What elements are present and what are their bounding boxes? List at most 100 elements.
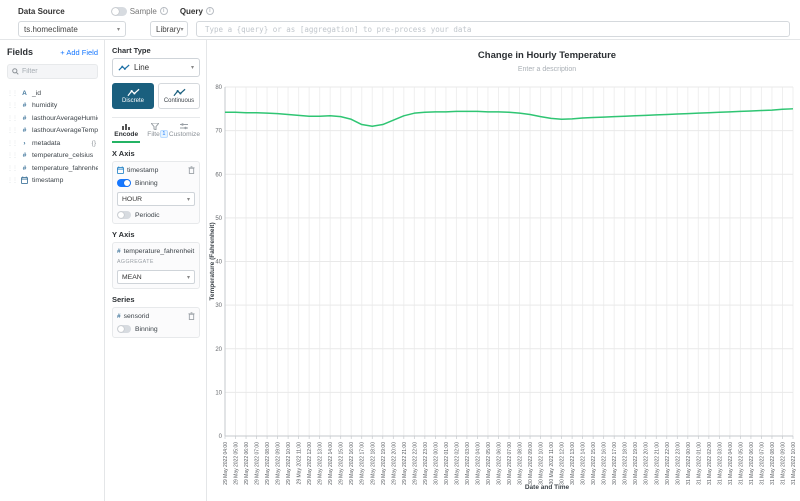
funnel-icon [151,122,159,130]
series-binning-label: Binning [135,326,158,333]
chart-subtitle[interactable]: Enter a description [518,66,576,73]
library-button[interactable]: Library ▾ [150,21,188,37]
trash-icon[interactable] [188,166,195,174]
y-axis-field: temperature_fahrenheit [124,248,195,255]
top-toolbar: Data Source Sample i Query i ts.homeclim… [0,0,800,40]
aggregate-select[interactable]: MEAN ▾ [117,270,195,284]
tab-customize-label: Customize [169,131,200,138]
x-tick-label: 29 May 2022 08:00 [265,442,271,485]
calendar-icon [117,166,124,174]
field-name: temperature_fahrenheit [32,165,98,172]
y-axis-label: Y Axis [112,230,200,239]
tab-filter[interactable]: Filter 1 [140,122,168,143]
discrete-button[interactable]: Discrete [112,83,154,109]
x-tick-label: 30 May 2022 09:00 [528,442,534,485]
x-tick-label: 30 May 2022 00:00 [433,442,439,485]
trash-icon[interactable] [188,312,195,320]
x-tick-label: 29 May 2022 05:00 [234,442,240,485]
x-axis-card: timestamp Binning HOUR ▾ Periodic [112,161,200,224]
fields-filter-box[interactable] [7,64,98,79]
drag-handle-icon: ⋮⋮ [7,177,17,184]
data-source-label: Data Source [18,7,65,16]
x-tick-label: 29 May 2022 04:00 [223,442,229,485]
x-tick-label: 29 May 2022 18:00 [370,442,376,485]
data-source-select[interactable]: ts.homeclimate ▾ [18,21,126,37]
tab-encode-label: Encode [114,131,138,138]
query-label: Query [180,7,203,16]
number-type-icon: # [20,102,29,109]
field-item-temperature_fahrenheit[interactable]: ⋮⋮#temperature_fahrenheit [7,162,98,175]
drag-handle-icon: ⋮⋮ [7,152,17,159]
date-type-icon [20,176,29,185]
data-source-value: ts.homeclimate [24,25,78,34]
x-tick-label: 29 May 2022 07:00 [255,442,261,485]
field-item-_id[interactable]: ⋮⋮A_id [7,87,98,100]
y-tick-label: 80 [215,85,222,91]
sample-toggle[interactable] [111,7,127,16]
x-tick-label: 29 May 2022 13:00 [318,442,324,485]
x-tick-label: 29 May 2022 20:00 [391,442,397,485]
x-tick-label: 29 May 2022 15:00 [339,442,345,485]
field-item-lasthourAverageTemp[interactable]: ⋮⋮#lasthourAverageTemp [7,125,98,138]
field-name: lasthourAverageTemp [32,127,98,134]
chevron-down-icon: ▾ [180,26,183,33]
field-item-timestamp[interactable]: ⋮⋮timestamp [7,175,98,188]
tab-customize[interactable]: Customize [169,122,200,143]
field-item-lasthourAverageHumidity[interactable]: ⋮⋮#lasthourAverageHumidity [7,112,98,125]
fields-panel: Fields + Add Field ⋮⋮A_id⋮⋮#humidity⋮⋮#l… [0,40,105,501]
number-type-icon: # [20,127,29,134]
bin-unit-select[interactable]: HOUR ▾ [117,192,195,206]
text-type-icon: A [20,90,29,97]
query-info-icon[interactable]: i [206,7,214,15]
x-tick-label: 30 May 2022 13:00 [570,442,576,485]
encode-icon [122,122,130,130]
number-type-icon: # [117,248,121,255]
drag-handle-icon: ⋮⋮ [7,127,17,134]
x-tick-label: 30 May 2022 16:00 [602,442,608,485]
y-tick-label: 0 [219,434,223,440]
y-tick-label: 70 [215,129,222,135]
x-tick-label: 30 May 2022 17:00 [612,442,618,485]
periodic-toggle[interactable] [117,211,131,219]
query-input[interactable] [196,21,790,37]
x-tick-label: 30 May 2022 18:00 [623,442,629,485]
filter-count-badge: 1 [160,130,168,138]
series-card: # sensorid Binning [112,307,200,338]
chart-type-value: Line [134,63,149,72]
fields-filter-input[interactable] [22,68,92,75]
x-tick-label: 29 May 2022 12:00 [307,442,313,485]
number-type-icon: # [20,165,29,172]
x-tick-label: 30 May 2022 21:00 [654,442,660,485]
field-item-humidity[interactable]: ⋮⋮#humidity [7,100,98,113]
field-name: temperature_celsius [32,152,93,159]
x-tick-label: 30 May 2022 08:00 [518,442,524,485]
field-item-metadata[interactable]: ⋮⋮›metadata{} [7,137,98,150]
object-type-icon: › [20,140,29,147]
add-field-button[interactable]: + Add Field [60,48,98,57]
x-tick-label: 30 May 2022 14:00 [581,442,587,485]
field-item-temperature_celsius[interactable]: ⋮⋮#temperature_celsius [7,150,98,163]
sample-info-icon[interactable]: i [160,7,168,15]
continuous-button[interactable]: Continuous [158,83,200,109]
continuous-line-icon [173,88,186,97]
x-tick-label: 29 May 2022 14:00 [328,442,334,485]
chart-type-label: Chart Type [112,46,200,55]
discrete-line-icon [127,88,140,97]
field-name: lasthourAverageHumidity [32,115,98,122]
search-icon [12,68,19,75]
x-tick-label: 29 May 2022 21:00 [402,442,408,485]
y-axis-card: # temperature_fahrenheit AGGREGATE MEAN … [112,242,200,289]
x-tick-label: 30 May 2022 12:00 [560,442,566,485]
tab-encode[interactable]: Encode [112,122,140,143]
x-tick-label: 31 May 2022 06:00 [749,442,755,485]
series-binning-toggle[interactable] [117,325,131,333]
x-binning-toggle[interactable] [117,179,131,187]
chevron-down-icon: ▾ [117,26,120,33]
x-tick-label: 30 May 2022 15:00 [591,442,597,485]
chart-type-select[interactable]: Line ▾ [112,58,200,77]
chart-title: Change in Hourly Temperature [478,50,616,61]
x-tick-label: 30 May 2022 22:00 [665,442,671,485]
chevron-down-icon: ▾ [187,274,190,281]
x-tick-label: 30 May 2022 03:00 [465,442,471,485]
x-tick-label: 30 May 2022 05:00 [486,442,492,485]
